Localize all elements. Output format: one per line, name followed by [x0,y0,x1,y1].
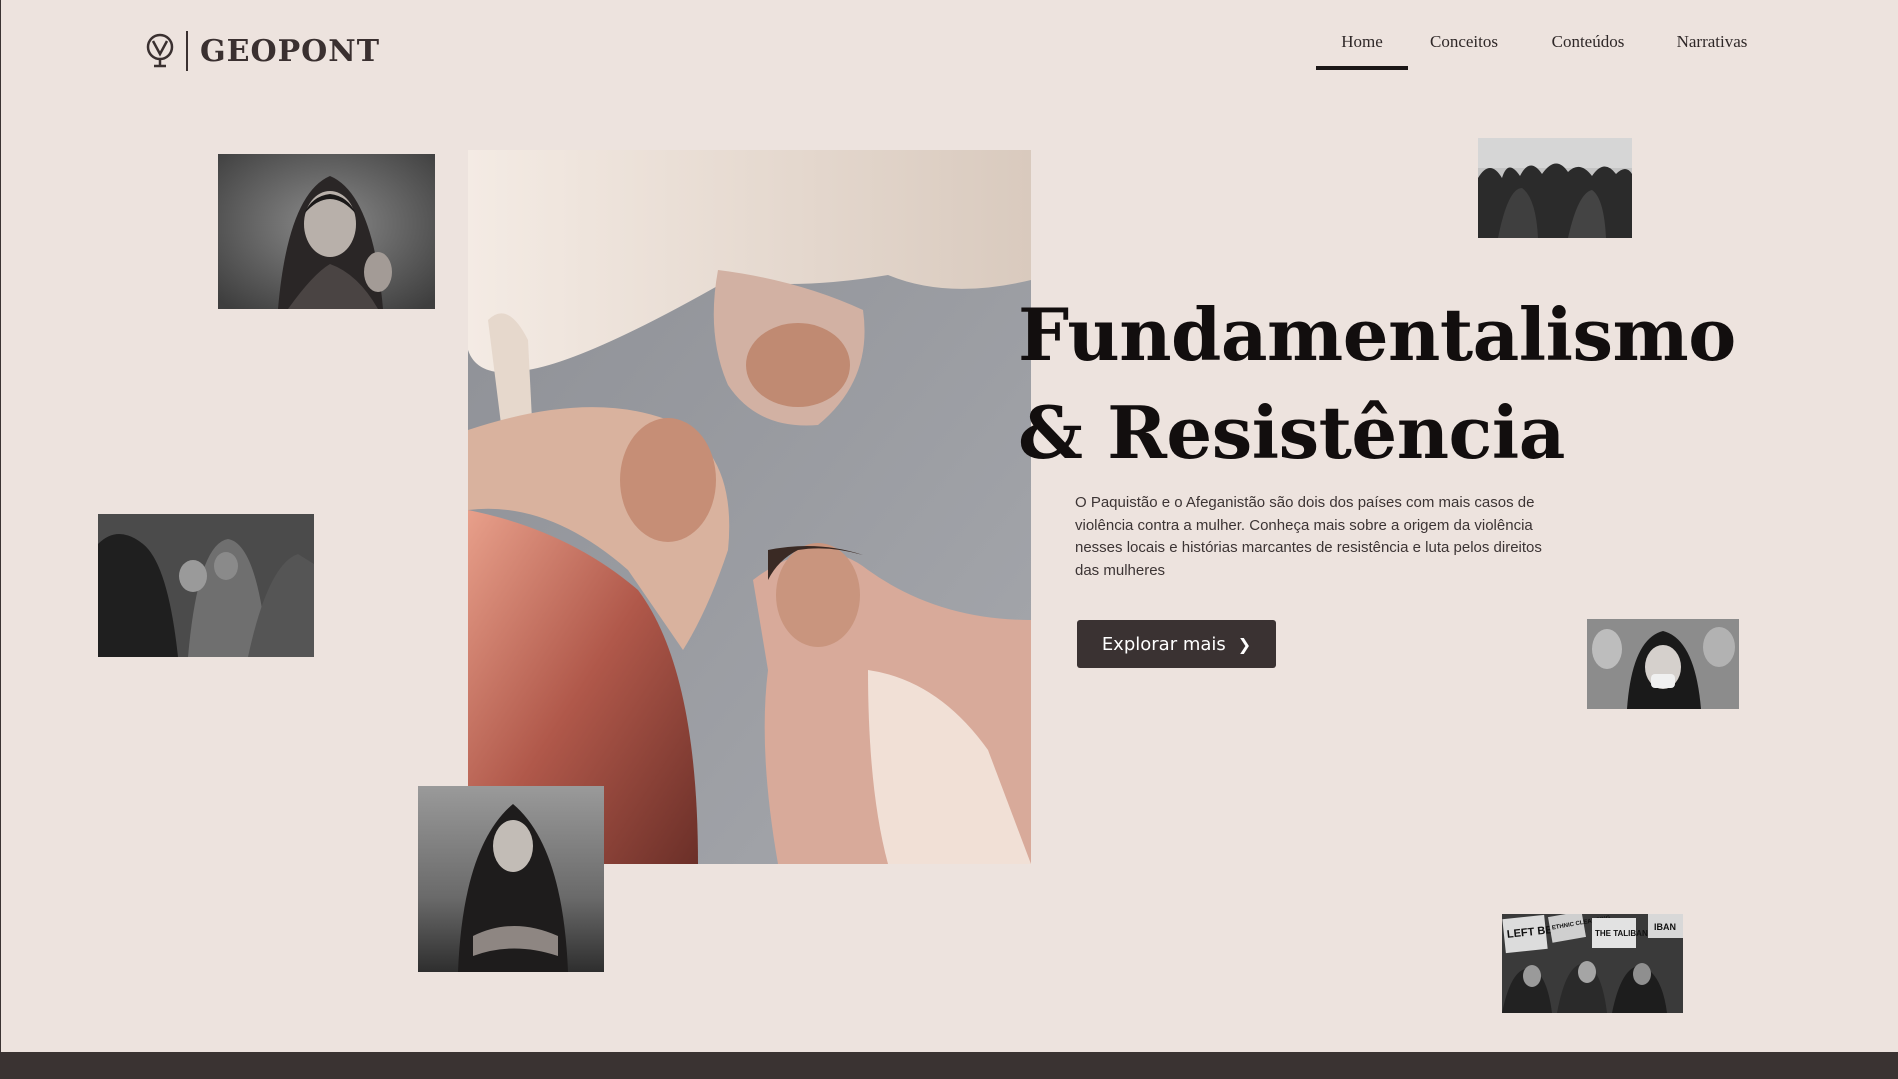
globe-pin-icon [146,33,174,68]
explore-more-label: Explorar mais [1101,633,1226,655]
hero-title: Fundamentalismo & Resistência [1018,286,1778,482]
photo-women-with-child [98,514,314,657]
logo-divider [186,31,188,71]
page-left-border [0,0,1,1079]
main-navigation: Home Conceitos Conteúdos Narrativas [1316,26,1768,70]
photo-portrait-woman [218,154,435,309]
hero-photo-women-hijab [468,150,1031,864]
photo-woman-black-hijab [418,786,604,972]
footer-band [0,1052,1898,1079]
photo-crying-woman-protest [1587,619,1739,709]
sign-the-taliban: THE TALIBAN [1595,929,1648,938]
explore-more-button[interactable]: Explorar mais ❯ [1077,620,1276,668]
nav-conceitos[interactable]: Conceitos [1408,26,1520,70]
nav-home[interactable]: Home [1316,26,1408,70]
nav-conteudos[interactable]: Conteúdos [1520,26,1656,70]
brand-logo[interactable]: GEOPONT [144,30,380,72]
photo-protest-signs: LEFT BEHIND ETHNIC CLEANSING THE TALIBAN… [1502,914,1683,1013]
brand-name: GEOPONT [200,33,381,69]
photo-veiled-women-group [1478,138,1632,238]
hero-title-line-1: Fundamentalismo [1018,292,1736,377]
hero-description: O Paquistão e o Afeganistão são dois dos… [1075,494,1542,579]
nav-narrativas[interactable]: Narrativas [1656,26,1768,70]
sign-iban: IBAN [1654,922,1676,932]
hero-title-line-2: & Resistência [1018,390,1565,475]
chevron-right-icon: ❯ [1237,634,1252,654]
